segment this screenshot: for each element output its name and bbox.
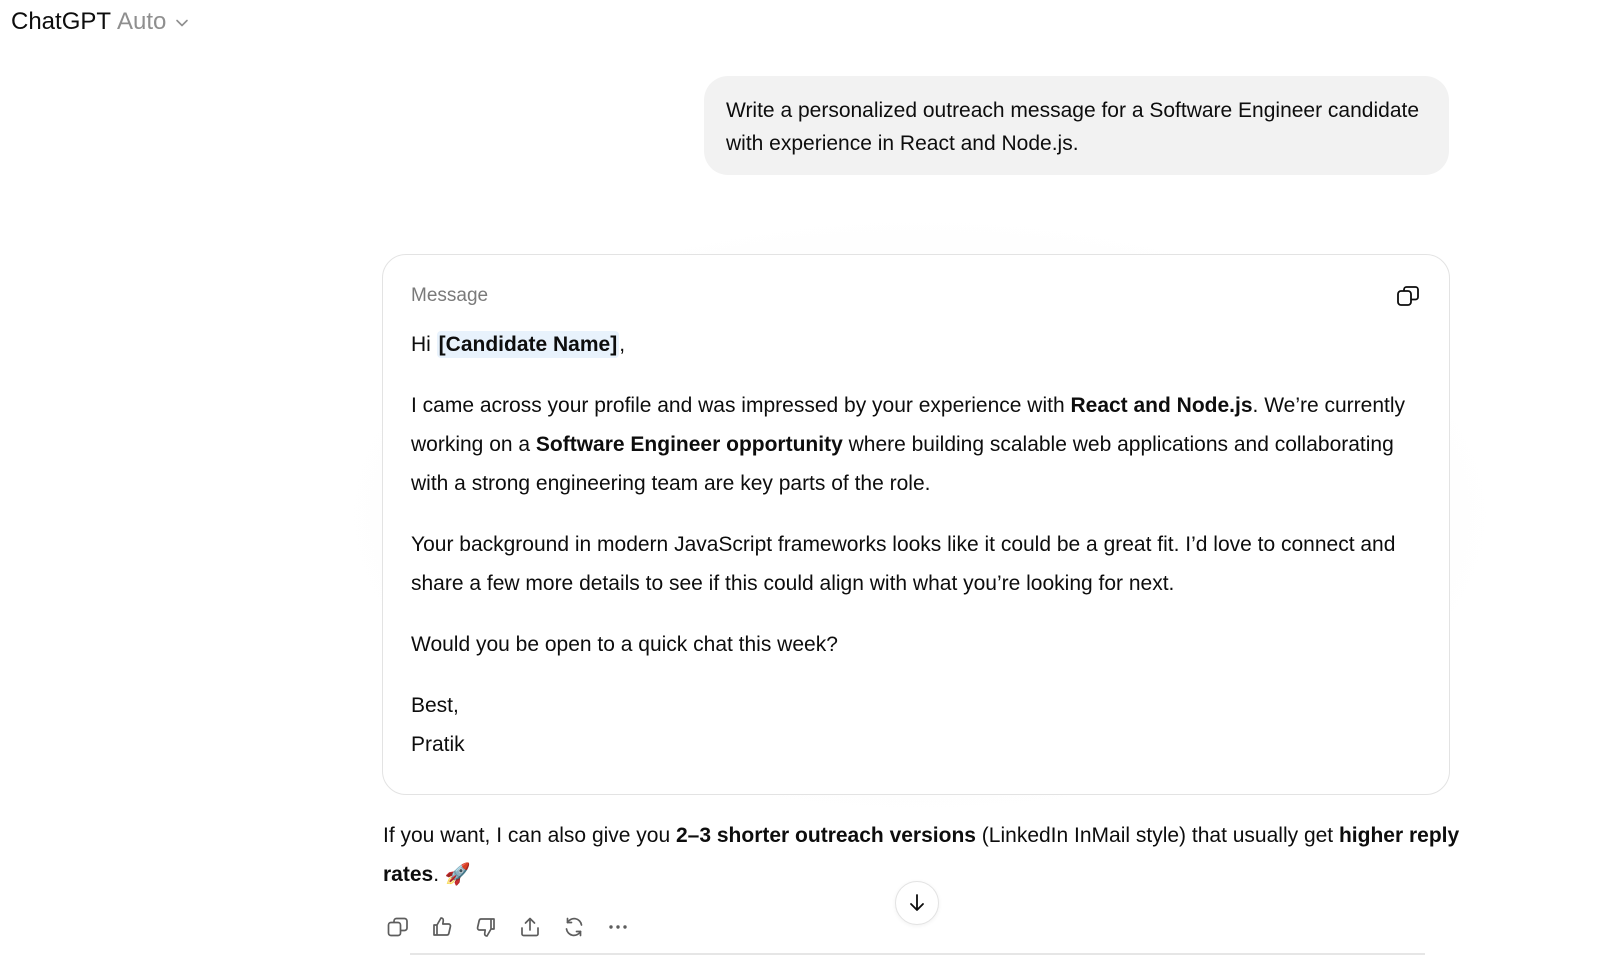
followup-text-2: (LinkedIn InMail style) that usually get bbox=[975, 824, 1339, 847]
thumbs-down-icon bbox=[474, 915, 498, 939]
arrow-down-icon bbox=[906, 892, 928, 914]
regenerate-button[interactable] bbox=[559, 912, 589, 942]
message-card: Message Hi [Candidate Name], I came acro… bbox=[382, 254, 1450, 795]
share-icon bbox=[518, 915, 542, 939]
message-actions bbox=[383, 912, 633, 942]
greeting-prefix: Hi bbox=[411, 333, 437, 356]
share-button[interactable] bbox=[515, 912, 545, 942]
regenerate-icon bbox=[562, 915, 586, 939]
signoff: Best, bbox=[411, 694, 459, 717]
thumbs-up-icon bbox=[430, 915, 454, 939]
model-selector[interactable]: ChatGPT Auto bbox=[11, 8, 190, 36]
candidate-name-placeholder: [Candidate Name] bbox=[436, 331, 620, 358]
good-response-button[interactable] bbox=[427, 912, 457, 942]
scroll-down-button[interactable] bbox=[895, 881, 939, 925]
followup-text-1: If you want, I can also give you bbox=[383, 824, 676, 847]
card-label: Message bbox=[411, 285, 489, 306]
greeting-suffix: , bbox=[619, 333, 626, 356]
p1-text-1: I came across your profile and was impre… bbox=[411, 394, 1071, 417]
p1-bold-2: Software Engineer opportunity bbox=[535, 433, 843, 456]
app-title: ChatGPT bbox=[11, 8, 112, 35]
p1-bold-1: React and Node.js bbox=[1070, 394, 1253, 417]
user-message-bubble: Write a personalized outreach message fo… bbox=[704, 76, 1449, 175]
paragraph-1: I came across your profile and was impre… bbox=[411, 386, 1421, 503]
copy-message-button[interactable] bbox=[1393, 281, 1423, 311]
more-icon bbox=[606, 915, 630, 939]
chevron-down-icon bbox=[174, 15, 190, 31]
followup-bold-1: 2–3 shorter outreach versions bbox=[676, 824, 976, 847]
followup-text-3: . 🚀 bbox=[433, 863, 472, 886]
copy-icon bbox=[386, 915, 410, 939]
message-body: Hi [Candidate Name], I came across your … bbox=[411, 325, 1421, 764]
greeting-line: Hi [Candidate Name], bbox=[411, 325, 1421, 364]
more-actions-button[interactable] bbox=[603, 912, 633, 942]
copy-icon bbox=[1395, 283, 1421, 309]
user-message-text: Write a personalized outreach message fo… bbox=[726, 99, 1420, 155]
paragraph-2: Your background in modern JavaScript fra… bbox=[411, 533, 1396, 595]
paragraph-3: Would you be open to a quick chat this w… bbox=[411, 633, 838, 656]
signature: Pratik bbox=[411, 733, 465, 756]
signoff-block: Best, Pratik bbox=[411, 686, 1421, 764]
chat-app: ChatGPT Auto Write a personalized outrea… bbox=[0, 0, 1600, 955]
bad-response-button[interactable] bbox=[471, 912, 501, 942]
copy-response-button[interactable] bbox=[383, 912, 413, 942]
model-name: Auto bbox=[117, 8, 167, 35]
